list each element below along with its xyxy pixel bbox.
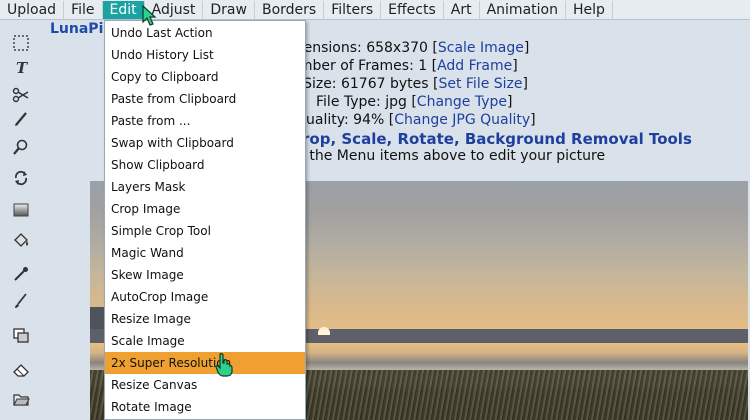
menu-simple-crop-tool[interactable]: Simple Crop Tool (105, 220, 305, 242)
svg-text:T: T (16, 59, 29, 76)
edit-dropdown-menu: Undo Last Action Undo History List Copy … (104, 20, 306, 420)
menu-bar: Upload File Edit Adjust Draw Borders Fil… (0, 0, 750, 20)
gradient-icon[interactable] (10, 199, 32, 221)
menu-help[interactable]: Help (566, 0, 613, 19)
menu-adjust[interactable]: Adjust (145, 0, 204, 19)
magnifier-icon[interactable] (10, 136, 32, 158)
tools-links-line: rop, Scale, Rotate, Background Removal T… (302, 130, 692, 148)
folder-open-icon[interactable] (10, 388, 32, 410)
set-file-size-link[interactable]: Set File Size (438, 76, 522, 92)
eyedropper-icon[interactable] (10, 263, 32, 285)
tool-sidebar: T (0, 22, 42, 420)
menu-borders[interactable]: Borders (255, 0, 325, 19)
filesize-text: e Size: 61767 bytes (290, 76, 429, 92)
layers-icon[interactable] (10, 324, 32, 346)
menu-scale-image[interactable]: Scale Image (105, 330, 305, 352)
menu-undo-last-action[interactable]: Undo Last Action (105, 22, 305, 44)
brush-icon[interactable] (10, 290, 32, 312)
site-logo-text[interactable]: LunaPic (50, 21, 112, 37)
menu-resize-canvas[interactable]: Resize Canvas (105, 374, 305, 396)
menu-art[interactable]: Art (444, 0, 480, 19)
menu-resize-image[interactable]: Resize Image (105, 308, 305, 330)
text-tool-icon[interactable]: T (10, 56, 32, 78)
eraser-icon[interactable] (10, 358, 32, 380)
menu-file[interactable]: File (64, 0, 103, 19)
pencil-icon[interactable] (10, 108, 32, 130)
scissors-icon[interactable] (10, 84, 32, 106)
menu-paste-from-clipboard[interactable]: Paste from Clipboard (105, 88, 305, 110)
scale-image-link[interactable]: Scale Image (438, 40, 524, 56)
crop-link[interactable]: rop (302, 130, 330, 148)
menu-effects[interactable]: Effects (381, 0, 444, 19)
menu-upload[interactable]: Upload (0, 0, 65, 19)
menu-paste-from[interactable]: Paste from ... (105, 110, 305, 132)
hint-text: f the Menu items above to edit your pict… (300, 148, 606, 164)
background-removal-link[interactable]: Background Removal Tools (465, 130, 692, 148)
add-frame-link[interactable]: Add Frame (437, 58, 512, 74)
menu-crop-image[interactable]: Crop Image (105, 198, 305, 220)
scale-link[interactable]: Scale (341, 130, 386, 148)
rotate-icon[interactable] (10, 167, 32, 189)
filetype-text: File Type: jpg (316, 94, 407, 110)
change-jpg-quality-link[interactable]: Change JPG Quality (394, 112, 530, 128)
menu-undo-history-list[interactable]: Undo History List (105, 44, 305, 66)
menu-skew-image[interactable]: Skew Image (105, 264, 305, 286)
dimensions-text: mensions: 658x370 (290, 40, 428, 56)
menu-magic-wand[interactable]: Magic Wand (105, 242, 305, 264)
dimensions-line: mensions: 658x370 [Scale Image] (290, 40, 530, 56)
menu-layers-mask[interactable]: Layers Mask (105, 176, 305, 198)
rotate-link[interactable]: Rotate (397, 130, 454, 148)
change-type-link[interactable]: Change Type (417, 94, 507, 110)
menu-edit[interactable]: Edit (102, 0, 145, 19)
paint-bucket-icon[interactable] (10, 230, 32, 252)
filetype-line: File Type: jpg [Change Type] (316, 94, 513, 110)
menu-show-clipboard[interactable]: Show Clipboard (105, 154, 305, 176)
menu-draw[interactable]: Draw (203, 0, 255, 19)
quality-text: Quality: 94% (295, 112, 385, 128)
menu-2x-super-resolution[interactable]: 2x Super Resolution (105, 352, 305, 374)
frames-line: umber of Frames: 1 [Add Frame] (290, 58, 518, 74)
menu-autocrop-image[interactable]: AutoCrop Image (105, 286, 305, 308)
menu-animation[interactable]: Animation (480, 0, 566, 19)
menu-swap-with-clipboard[interactable]: Swap with Clipboard (105, 132, 305, 154)
photo-sun (318, 327, 330, 335)
frames-text: umber of Frames: 1 (290, 58, 428, 74)
menu-copy-to-clipboard[interactable]: Copy to Clipboard (105, 66, 305, 88)
menu-filters[interactable]: Filters (324, 0, 382, 19)
filesize-line: e Size: 61767 bytes [Set File Size] (290, 76, 528, 92)
marquee-select-icon[interactable] (10, 32, 32, 54)
menu-rotate-image[interactable]: Rotate Image (105, 396, 305, 418)
quality-line: Quality: 94% [Change JPG Quality] (295, 112, 536, 128)
